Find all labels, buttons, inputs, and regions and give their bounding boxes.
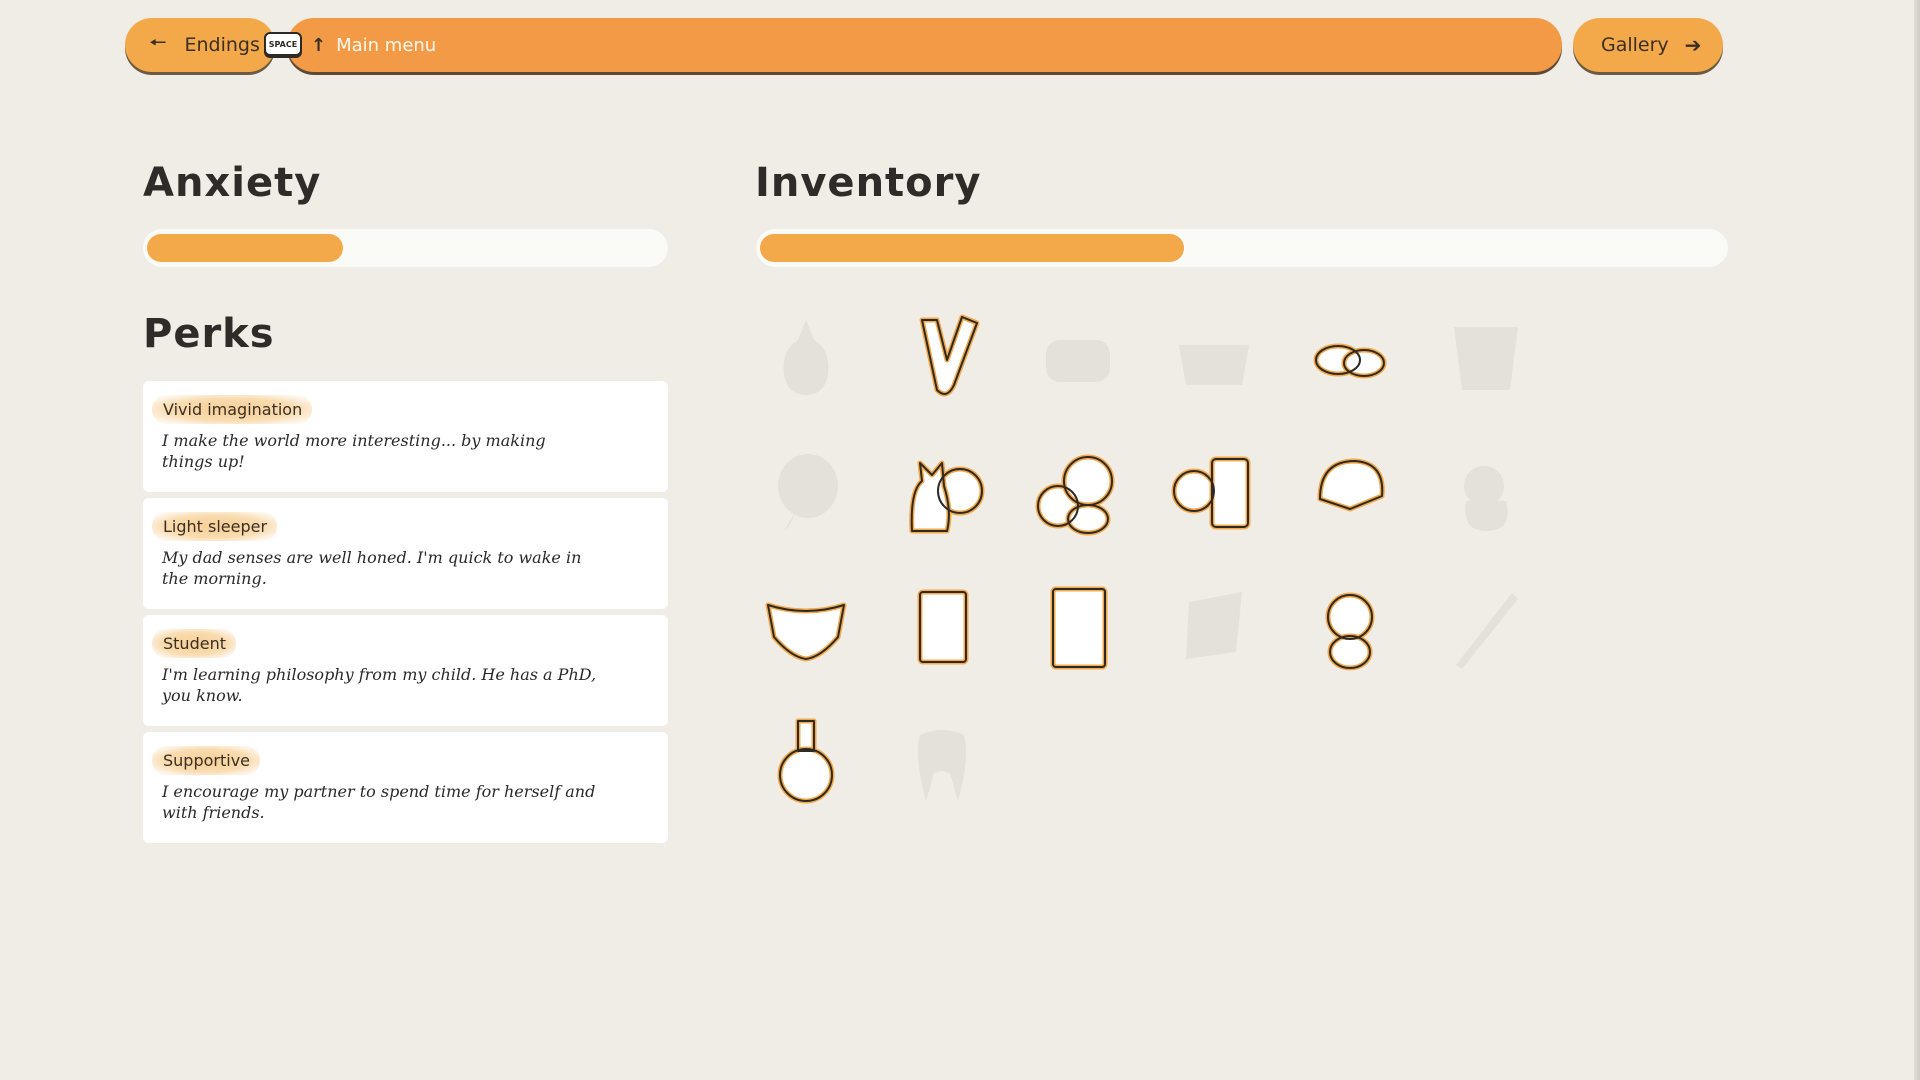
perk-description: My dad senses are well honed. I'm quick … [162,548,582,588]
perk-card: Light sleeper My dad senses are well hon… [143,498,668,609]
inventory-grid [756,305,1576,825]
perks-title: Perks [143,311,275,357]
baby-doll-icon[interactable] [1300,577,1400,677]
celery-icon[interactable] [892,305,992,405]
medal-icon[interactable] [756,713,856,813]
celery-icon-graphic [919,314,980,397]
baby-doll-icon-graphic [1325,592,1375,671]
ball-and-book-icon-graphic [1171,456,1251,530]
perks-list: Vivid imagination I make the world more … [143,381,668,849]
paper-icon[interactable] [1164,577,1264,677]
arrow-right-icon: ➔ [1684,33,1702,57]
endings-button[interactable]: 🠔 Endings [125,18,275,72]
baby-bottle-icon[interactable] [756,305,856,405]
bucket-icon[interactable] [1436,305,1536,405]
tooth-icon[interactable] [892,713,992,813]
baby-with-ball-icon[interactable] [1028,441,1128,541]
inventory-title: Inventory [755,160,982,206]
ball-and-book-icon[interactable] [1164,441,1264,541]
stick-icon-graphic [1456,593,1518,669]
paper-icon-graphic [1186,592,1242,659]
perk-description: I make the world more interesting... by … [162,431,546,471]
balloon-icon-graphic [778,454,838,531]
inventory-progress-fill [760,234,1184,262]
bread-icon-graphic [1046,340,1110,382]
doll-icon-graphic [1464,449,1508,531]
perk-description: I'm learning philosophy from my child. H… [162,665,597,705]
perk-name: Vivid imagination [152,395,313,424]
inventory-progress [756,229,1728,267]
gallery-label: Gallery [1601,34,1669,56]
cap-icon-graphic [1317,458,1385,512]
potatoes-icon-graphic [1313,343,1387,379]
tooth-icon-graphic [918,730,966,801]
basket-icon-graphic [1179,325,1249,385]
diaper-icon-graphic [765,602,847,662]
notepad-icon-graphic [1050,586,1108,670]
baby-with-ball-icon-graphic [1035,454,1115,536]
bread-icon[interactable] [1028,305,1128,405]
notepad-icon[interactable] [1028,577,1128,677]
potatoes-icon[interactable] [1300,305,1400,405]
anxiety-title: Anxiety [143,160,322,206]
window-edge [1914,0,1920,1080]
doll-icon[interactable] [1436,441,1536,541]
basket-icon[interactable] [1164,305,1264,405]
perk-card: Vivid imagination I make the world more … [143,381,668,492]
arrow-up-icon: ↑ [311,34,327,56]
diaper-icon[interactable] [756,577,856,677]
balloon-icon[interactable] [756,441,856,541]
gallery-button[interactable]: Gallery ➔ [1573,18,1723,72]
endings-label: Endings [184,34,260,56]
perk-name: Light sleeper [152,512,278,541]
perk-card: Supportive I encourage my partner to spe… [143,732,668,843]
document-icon-graphic [917,589,969,665]
anxiety-meter [143,229,668,267]
baby-bottle-icon-graphic [783,320,829,395]
main-menu-label: Main menu [336,34,437,56]
perk-name: Supportive [152,746,261,775]
cat-with-ball-icon-graphic [909,460,985,534]
bucket-icon-graphic [1454,327,1518,390]
main-menu-button[interactable]: ↑ Main menu [287,18,1562,72]
perk-card: Student I'm learning philosophy from my … [143,615,668,726]
stick-icon[interactable] [1436,577,1536,677]
medal-icon-graphic [777,718,835,804]
space-key-icon: SPACE [264,32,302,56]
document-icon[interactable] [892,577,992,677]
cap-icon[interactable] [1300,441,1400,541]
anxiety-meter-fill [147,234,343,262]
cat-with-ball-icon[interactable] [892,441,992,541]
arrow-left-icon: 🠔 [149,30,167,54]
perk-name: Student [152,629,236,658]
perk-description: I encourage my partner to spend time for… [162,782,596,822]
